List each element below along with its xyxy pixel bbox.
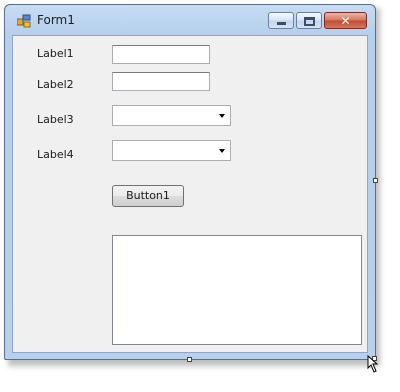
resize-handle-bottom[interactable] [187,357,192,362]
caption-buttons: ✕ [268,12,367,29]
dropdown-arrow-icon[interactable] [219,149,225,153]
title-bar[interactable]: Form1 ✕ [5,5,375,35]
form-icon [17,14,31,28]
textbox1[interactable] [112,45,210,64]
combobox2[interactable] [112,140,231,161]
multiline-textbox[interactable] [112,235,362,345]
resize-cursor-icon [367,355,379,373]
label1: Label1 [37,47,74,60]
label4: Label4 [37,148,74,161]
label2: Label2 [37,78,74,91]
form-client-area: Label1 Label2 Label3 Label4 Button1 [12,35,368,353]
form-window: Form1 ✕ Label1 Label2 Label3 Label4 Butt… [4,4,376,360]
button1[interactable]: Button1 [112,185,184,207]
textbox2[interactable] [112,72,210,91]
window-title: Form1 [37,13,75,27]
resize-handle-right[interactable] [373,178,378,183]
minimize-button[interactable] [268,12,294,29]
minimize-icon [277,22,286,25]
maximize-icon [304,17,315,26]
close-button[interactable]: ✕ [324,12,367,29]
dropdown-arrow-icon[interactable] [219,114,225,118]
combobox1[interactable] [112,105,231,126]
close-icon: ✕ [340,13,351,28]
maximize-button[interactable] [296,12,322,29]
label3: Label3 [37,113,74,126]
